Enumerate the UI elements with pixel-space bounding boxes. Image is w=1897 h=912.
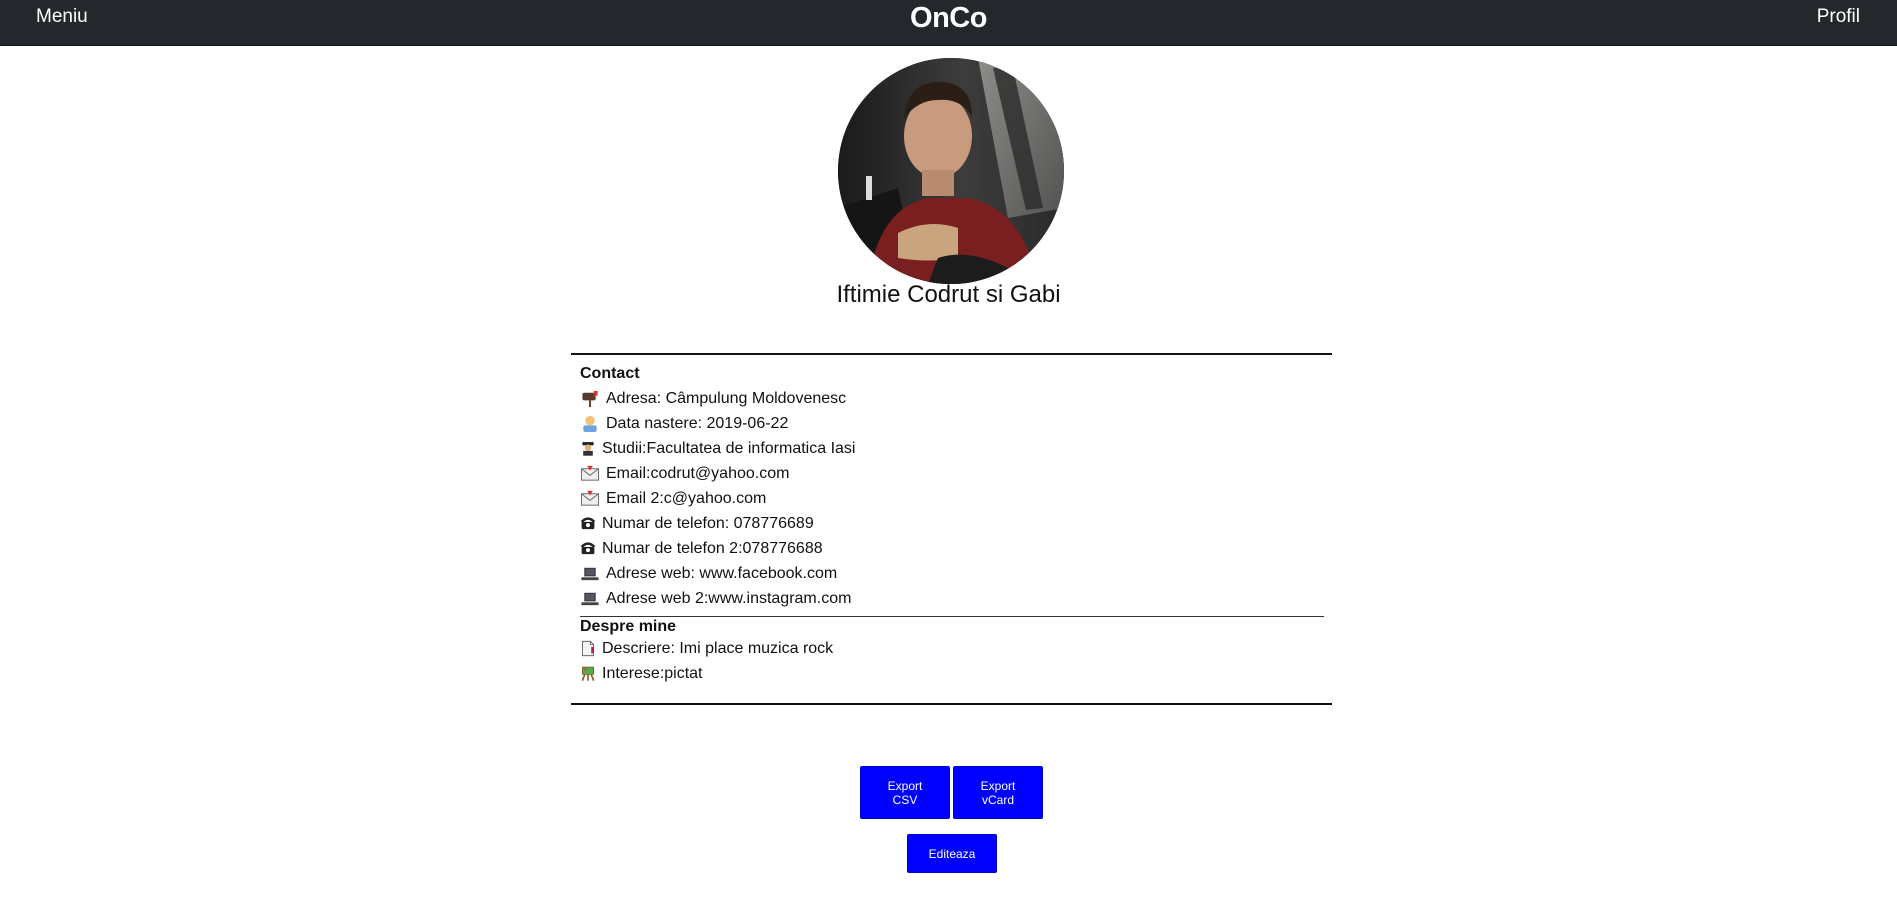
web2-row: Adrese web 2:www.instagram.com <box>580 589 851 608</box>
phone-text: Numar de telefon: 078776689 <box>602 514 814 532</box>
profile-name: Iftimie Codrut si Gabi <box>836 281 1061 308</box>
envelope-icon <box>580 490 600 506</box>
envelope-icon <box>580 465 600 481</box>
phone2-text: Numar de telefon 2:078776688 <box>602 539 823 557</box>
top-navbar: Meniu OnCo Profil <box>0 0 1897 46</box>
export-vcard-label-line1: Export <box>980 778 1016 793</box>
export-csv-button[interactable]: Export CSV <box>860 766 950 819</box>
edit-label: Editeaza <box>928 846 976 861</box>
mailbox-icon <box>582 390 598 408</box>
page-icon <box>582 640 594 657</box>
logo: OnCo <box>0 2 1897 35</box>
email-text: Email:codrut@yahoo.com <box>606 464 790 482</box>
address-text: Adresa: Câmpulung Moldovenesc <box>606 389 847 407</box>
about-section-title: Despre mine <box>580 618 677 635</box>
profile-info-card: Contact Adresa: Câmpulung Moldovenesc Da… <box>571 353 1332 705</box>
student-icon <box>582 442 594 456</box>
easel-icon <box>581 666 595 681</box>
edit-button[interactable]: Editeaza <box>907 834 997 873</box>
interests-row: Interese:pictat <box>580 664 703 683</box>
web-text: Adrese web: www.facebook.com <box>606 564 838 582</box>
email2-row: Email 2:c@yahoo.com <box>580 489 766 508</box>
description-text: Descriere: Imi place muzica rock <box>602 639 834 657</box>
profile-photo <box>838 58 1064 284</box>
contact-section-title: Contact <box>580 365 640 382</box>
email-row: Email:codrut@yahoo.com <box>580 464 789 483</box>
phone-row: Numar de telefon: 078776689 <box>580 514 814 533</box>
web-row: Adrese web: www.facebook.com <box>580 564 837 583</box>
avatar <box>838 58 1064 284</box>
studies-text: Studii:Facultatea de informatica Iasi <box>602 439 856 457</box>
address-row: Adresa: Câmpulung Moldovenesc <box>580 389 846 408</box>
export-vcard-label-line2: vCard <box>981 792 1014 807</box>
laptop-icon <box>581 567 599 581</box>
menu-link[interactable]: Meniu <box>36 6 88 28</box>
baby-icon <box>583 415 597 433</box>
birthdate-row: Data nastere: 2019-06-22 <box>580 414 788 433</box>
export-csv-label-line1: Export <box>887 778 923 793</box>
laptop-icon <box>581 592 599 606</box>
web2-text: Adrese web 2:www.instagram.com <box>606 589 852 607</box>
phone2-row: Numar de telefon 2:078776688 <box>580 539 823 558</box>
phone-icon <box>580 517 596 530</box>
logo-text[interactable]: OnCo <box>910 2 987 34</box>
email2-text: Email 2:c@yahoo.com <box>606 489 767 507</box>
section-divider <box>580 616 1324 617</box>
interests-text: Interese:pictat <box>602 664 703 682</box>
phone-icon <box>580 542 596 555</box>
studies-row: Studii:Facultatea de informatica Iasi <box>580 439 855 458</box>
birthdate-text: Data nastere: 2019-06-22 <box>606 414 789 432</box>
export-vcard-button[interactable]: Export vCard <box>953 766 1043 819</box>
profile-link[interactable]: Profil <box>1817 6 1860 28</box>
description-row: Descriere: Imi place muzica rock <box>580 639 833 658</box>
export-csv-label-line2: CSV <box>892 792 918 807</box>
